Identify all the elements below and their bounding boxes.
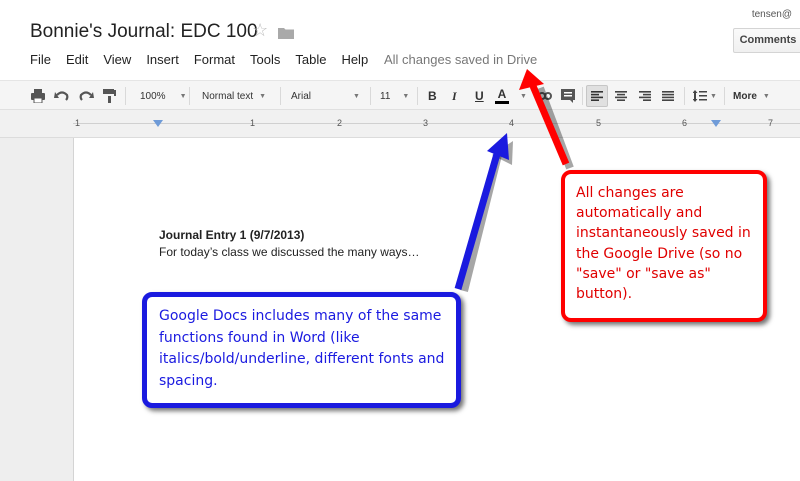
- zoom-select[interactable]: 100% ▼: [140, 81, 187, 111]
- menu-tools[interactable]: Tools: [250, 52, 280, 68]
- ruler-baseline: [73, 123, 800, 124]
- chevron-down-icon: ▼: [520, 92, 527, 100]
- folder-icon[interactable]: [278, 26, 294, 39]
- bold-button[interactable]: B: [428, 81, 437, 111]
- comment-icon[interactable]: [561, 81, 575, 111]
- toolbar-divider: [417, 87, 418, 105]
- save-status[interactable]: All changes saved in Drive: [384, 52, 537, 67]
- journal-entry-body[interactable]: For today’s class we discussed the many …: [159, 245, 420, 259]
- journal-entry-title[interactable]: Journal Entry 1 (9/7/2013): [159, 228, 304, 242]
- chevron-down-icon: ▼: [179, 92, 187, 100]
- toolbar-divider: [125, 87, 126, 105]
- line-spacing-icon[interactable]: ▼: [693, 81, 717, 111]
- toolbar-divider: [724, 87, 725, 105]
- menu-help[interactable]: Help: [341, 52, 368, 68]
- more-label: More: [733, 90, 757, 102]
- font-size-value: 11: [380, 90, 391, 102]
- font-value: Arial: [291, 90, 312, 102]
- style-select[interactable]: Normal text ▼: [202, 81, 266, 111]
- toolbar-divider: [582, 87, 583, 105]
- align-left-icon: [591, 91, 603, 101]
- red-callout-text: All changes are automatically and instan…: [576, 185, 751, 303]
- toolbar-divider: [370, 87, 371, 105]
- menu-bar: File Edit View Insert Format Tools Table…: [30, 52, 383, 68]
- menu-view[interactable]: View: [103, 52, 131, 68]
- align-left-button[interactable]: [586, 85, 608, 107]
- chevron-down-icon: ▼: [762, 92, 770, 100]
- italic-button[interactable]: I: [452, 81, 457, 111]
- chevron-down-icon: ▼: [353, 92, 360, 100]
- comments-button[interactable]: Comments: [733, 28, 800, 53]
- more-button[interactable]: More ▼: [733, 81, 770, 111]
- paint-format-icon[interactable]: [102, 81, 116, 111]
- ruler-number: 5: [596, 118, 602, 128]
- text-color-label: A: [497, 87, 507, 101]
- font-select[interactable]: Arial ▼: [291, 81, 360, 111]
- underline-button[interactable]: U: [475, 81, 484, 111]
- justify-icon[interactable]: [662, 81, 674, 111]
- right-indent-marker[interactable]: [711, 120, 721, 128]
- link-icon[interactable]: [538, 81, 552, 111]
- text-color-swatch: [495, 101, 509, 104]
- chevron-down-icon: ▼: [710, 92, 717, 100]
- toolbar: 100% ▼ Normal text ▼ Arial ▼ 11 ▼ B I U A ▼ …: [0, 80, 800, 110]
- ruler-number: 6: [682, 118, 688, 128]
- left-indent-marker[interactable]: [153, 120, 163, 128]
- menu-insert[interactable]: Insert: [146, 52, 179, 68]
- chevron-down-icon: ▼: [402, 92, 410, 100]
- menu-table[interactable]: Table: [295, 52, 326, 68]
- ruler-number: 7: [768, 118, 774, 128]
- text-color-dropdown[interactable]: ▼: [514, 81, 527, 111]
- print-icon[interactable]: [30, 81, 46, 111]
- align-center-icon[interactable]: [615, 81, 627, 111]
- menu-format[interactable]: Format: [194, 52, 235, 68]
- redo-icon[interactable]: [78, 81, 94, 111]
- zoom-value: 100%: [140, 90, 166, 102]
- user-email[interactable]: tensen@: [752, 9, 792, 20]
- ruler-number: 1: [250, 118, 256, 128]
- ruler-area: 1 1 2 3 4 5 6 7: [0, 110, 800, 138]
- toolbar-divider: [684, 87, 685, 105]
- chevron-down-icon: ▼: [259, 92, 267, 100]
- star-icon[interactable]: ☆: [252, 21, 270, 39]
- ruler[interactable]: 1 1 2 3 4 5 6 7: [73, 115, 800, 133]
- ruler-number: 4: [509, 118, 515, 128]
- ruler-number: 1: [75, 118, 81, 128]
- blue-callout-text: Google Docs includes many of the same fu…: [159, 308, 445, 389]
- menu-edit[interactable]: Edit: [66, 52, 88, 68]
- toolbar-divider: [280, 87, 281, 105]
- align-right-icon[interactable]: [639, 81, 651, 111]
- title-bar: Bonnie's Journal: EDC 100 ☆ tensen@ Comm…: [0, 0, 800, 80]
- font-size-select[interactable]: 11 ▼: [380, 81, 409, 111]
- text-color-button[interactable]: A: [495, 81, 509, 111]
- ruler-number: 2: [337, 118, 343, 128]
- style-value: Normal text: [202, 90, 254, 102]
- menu-file[interactable]: File: [30, 52, 51, 68]
- document-title[interactable]: Bonnie's Journal: EDC 100: [30, 21, 258, 43]
- toolbar-divider: [189, 87, 190, 105]
- undo-icon[interactable]: [54, 81, 70, 111]
- ruler-number: 3: [423, 118, 429, 128]
